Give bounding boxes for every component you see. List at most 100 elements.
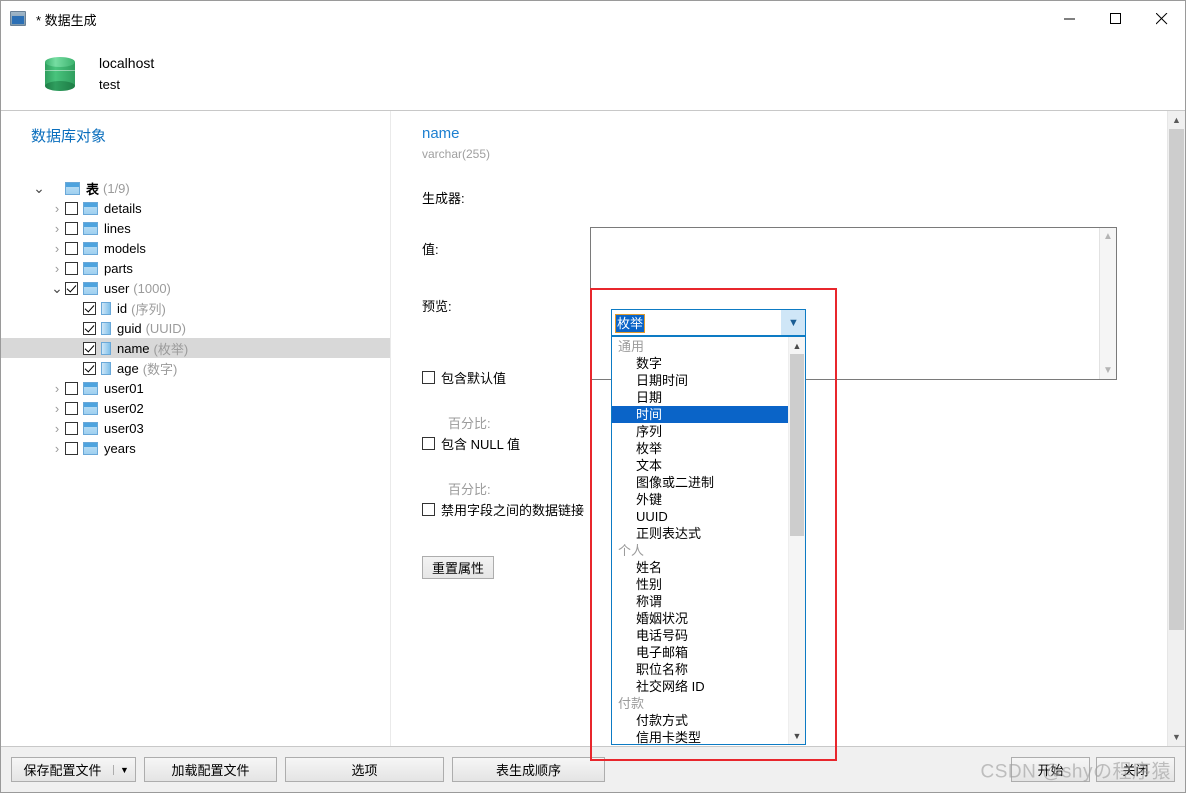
pane-title: 数据库对象 bbox=[31, 128, 107, 145]
reset-properties-button[interactable]: 重置属性 bbox=[422, 556, 495, 579]
chevron-right-icon[interactable]: › bbox=[49, 381, 65, 396]
tree-item-age[interactable]: age (数字) bbox=[1, 358, 390, 378]
tree-checkbox[interactable] bbox=[83, 321, 96, 335]
bottom-button-0[interactable]: 保存配置文件 ▼ bbox=[11, 757, 136, 782]
connection-database: test bbox=[99, 77, 120, 92]
minimize-icon[interactable] bbox=[1047, 1, 1093, 37]
chevron-right-icon[interactable]: › bbox=[49, 401, 65, 416]
tree-checkbox[interactable] bbox=[65, 201, 78, 215]
dropdown-option[interactable]: UUID bbox=[612, 508, 788, 525]
generator-combobox[interactable]: 枚举 ▼ bbox=[611, 309, 806, 336]
include-default-values-checkbox[interactable]: 包含默认值 bbox=[422, 368, 506, 387]
generator-label: 生成器: bbox=[422, 191, 465, 206]
dropdown-option[interactable]: 正则表达式 bbox=[612, 525, 788, 542]
chevron-right-icon[interactable]: › bbox=[49, 201, 65, 216]
chevron-up-icon[interactable]: ▲ bbox=[1103, 228, 1113, 245]
tree-checkbox[interactable] bbox=[65, 441, 78, 455]
dropdown-option[interactable]: 付款方式 bbox=[612, 712, 788, 729]
data-generation-window: * 数据生成 localhost test 数据库对象 ⌄ 表 (1/9) › … bbox=[0, 0, 1186, 793]
dropdown-options[interactable]: 通用 数字 日期时间 日期 时间 序列 枚举 文本 图像或二进制 外键 UUID 正则表达式 个人 姓名性… bbox=[612, 337, 788, 744]
checkbox-box bbox=[422, 437, 435, 450]
value-textarea-scrollbar[interactable]: ▲ ▼ bbox=[1099, 228, 1116, 379]
dropdown-scrollbar[interactable]: ▲ ▼ bbox=[788, 337, 805, 744]
tree-item-user02[interactable]: › user02 bbox=[1, 398, 390, 418]
dropdown-option[interactable]: 时间 bbox=[612, 406, 788, 423]
chevron-up-icon[interactable]: ▲ bbox=[1168, 111, 1185, 129]
tree-item-label: 表 bbox=[86, 181, 100, 197]
close-icon[interactable] bbox=[1139, 1, 1185, 37]
tree-checkbox[interactable] bbox=[65, 381, 78, 395]
dropdown-option[interactable]: 图像或二进制 bbox=[612, 474, 788, 491]
chevron-right-icon[interactable]: › bbox=[49, 241, 65, 256]
maximize-icon[interactable] bbox=[1093, 1, 1139, 37]
dropdown-option[interactable]: 职位名称 bbox=[612, 661, 788, 678]
dropdown-option[interactable]: 日期 bbox=[612, 389, 788, 406]
dropdown-option[interactable]: 数字 bbox=[612, 355, 788, 372]
generator-dropdown-list[interactable]: 通用 数字 日期时间 日期 时间 序列 枚举 文本 图像或二进制 外键 UUID 正则表达式 个人 姓名性… bbox=[611, 336, 806, 745]
chevron-right-icon[interactable]: › bbox=[49, 261, 65, 276]
tree-item-表[interactable]: ⌄ 表 (1/9) bbox=[1, 178, 390, 198]
generator-combobox-value: 枚举 bbox=[614, 314, 646, 333]
tree-checkbox[interactable] bbox=[83, 301, 96, 315]
dropdown-option[interactable]: 电子邮箱 bbox=[612, 644, 788, 661]
tree-item-user01[interactable]: › user01 bbox=[1, 378, 390, 398]
chevron-right-icon[interactable]: › bbox=[49, 221, 65, 236]
object-tree[interactable]: ⌄ 表 (1/9) › details › lines › models › parts ⌄ user(… bbox=[1, 178, 390, 458]
app-icon bbox=[10, 10, 28, 28]
tree-item-details[interactable]: › details bbox=[1, 198, 390, 218]
dropdown-option[interactable]: 日期时间 bbox=[612, 372, 788, 389]
value-label: 值: bbox=[422, 242, 439, 257]
dropdown-option[interactable]: 信用卡类型 bbox=[612, 729, 788, 744]
generator-combobox-input[interactable]: 枚举 bbox=[612, 313, 781, 333]
tree-item-years[interactable]: › years bbox=[1, 438, 390, 458]
dropdown-option[interactable]: 电话号码 bbox=[612, 627, 788, 644]
dropdown-option[interactable]: 序列 bbox=[612, 423, 788, 440]
chevron-right-icon[interactable]: › bbox=[49, 441, 65, 456]
bottom-button-2[interactable]: 选项 bbox=[285, 757, 444, 782]
chevron-down-icon[interactable]: ▼ bbox=[1168, 728, 1185, 746]
dropdown-option[interactable]: 姓名 bbox=[612, 559, 788, 576]
tree-checkbox[interactable] bbox=[65, 401, 78, 415]
tree-item-parts[interactable]: › parts bbox=[1, 258, 390, 278]
scrollbar-thumb[interactable] bbox=[790, 354, 804, 536]
dropdown-option[interactable]: 外键 bbox=[612, 491, 788, 508]
dropdown-option[interactable]: 性别 bbox=[612, 576, 788, 593]
tree-checkbox[interactable] bbox=[65, 281, 78, 295]
tree-checkbox[interactable] bbox=[65, 241, 78, 255]
dropdown-option[interactable]: 称谓 bbox=[612, 593, 788, 610]
tree-checkbox[interactable] bbox=[65, 421, 78, 435]
chevron-down-icon[interactable]: ▼ bbox=[781, 310, 805, 335]
chevron-down-icon[interactable]: ⌄ bbox=[49, 281, 65, 295]
tree-item-user03[interactable]: › user03 bbox=[1, 418, 390, 438]
tree-checkbox[interactable] bbox=[83, 361, 96, 375]
dropdown-option[interactable]: 婚姻状况 bbox=[612, 610, 788, 627]
tree-item-user[interactable]: ⌄ user (1000) bbox=[1, 278, 390, 298]
chevron-down-icon[interactable]: ▼ bbox=[113, 764, 135, 775]
tree-item-name[interactable]: name (枚举) bbox=[1, 338, 390, 358]
chevron-right-icon[interactable]: › bbox=[49, 421, 65, 436]
tree-item-id[interactable]: id (序列) bbox=[1, 298, 390, 318]
column-icon bbox=[101, 341, 111, 355]
tree-checkbox[interactable] bbox=[83, 341, 96, 355]
bottom-right-button-1[interactable]: 关闭 bbox=[1096, 757, 1175, 782]
bottom-right-button-0[interactable]: 开始 bbox=[1011, 757, 1090, 782]
tree-checkbox[interactable] bbox=[65, 261, 78, 275]
dropdown-option[interactable]: 枚举 bbox=[612, 440, 788, 457]
chevron-up-icon[interactable]: ▲ bbox=[789, 337, 805, 354]
disable-field-data-link-checkbox[interactable]: 禁用字段之间的数据链接 bbox=[422, 500, 584, 519]
tree-item-guid[interactable]: guid (UUID) bbox=[1, 318, 390, 338]
scrollbar-thumb[interactable] bbox=[1169, 129, 1184, 630]
tree-checkbox[interactable] bbox=[65, 221, 78, 235]
chevron-down-icon[interactable]: ▼ bbox=[789, 727, 805, 744]
bottom-button-1[interactable]: 加载配置文件 bbox=[144, 757, 277, 782]
tree-item-label: models bbox=[104, 240, 146, 256]
tree-item-lines[interactable]: › lines bbox=[1, 218, 390, 238]
dropdown-option[interactable]: 文本 bbox=[612, 457, 788, 474]
chevron-down-icon[interactable]: ▼ bbox=[1103, 362, 1113, 379]
right-pane-scrollbar[interactable]: ▲ ▼ bbox=[1167, 111, 1185, 746]
tree-item-models[interactable]: › models bbox=[1, 238, 390, 258]
bottom-button-3[interactable]: 表生成顺序 bbox=[452, 757, 605, 782]
chevron-down-icon[interactable]: ⌄ bbox=[31, 181, 47, 195]
dropdown-option[interactable]: 社交网络 ID bbox=[612, 678, 788, 695]
include-null-values-checkbox[interactable]: 包含 NULL 值 bbox=[422, 434, 520, 453]
